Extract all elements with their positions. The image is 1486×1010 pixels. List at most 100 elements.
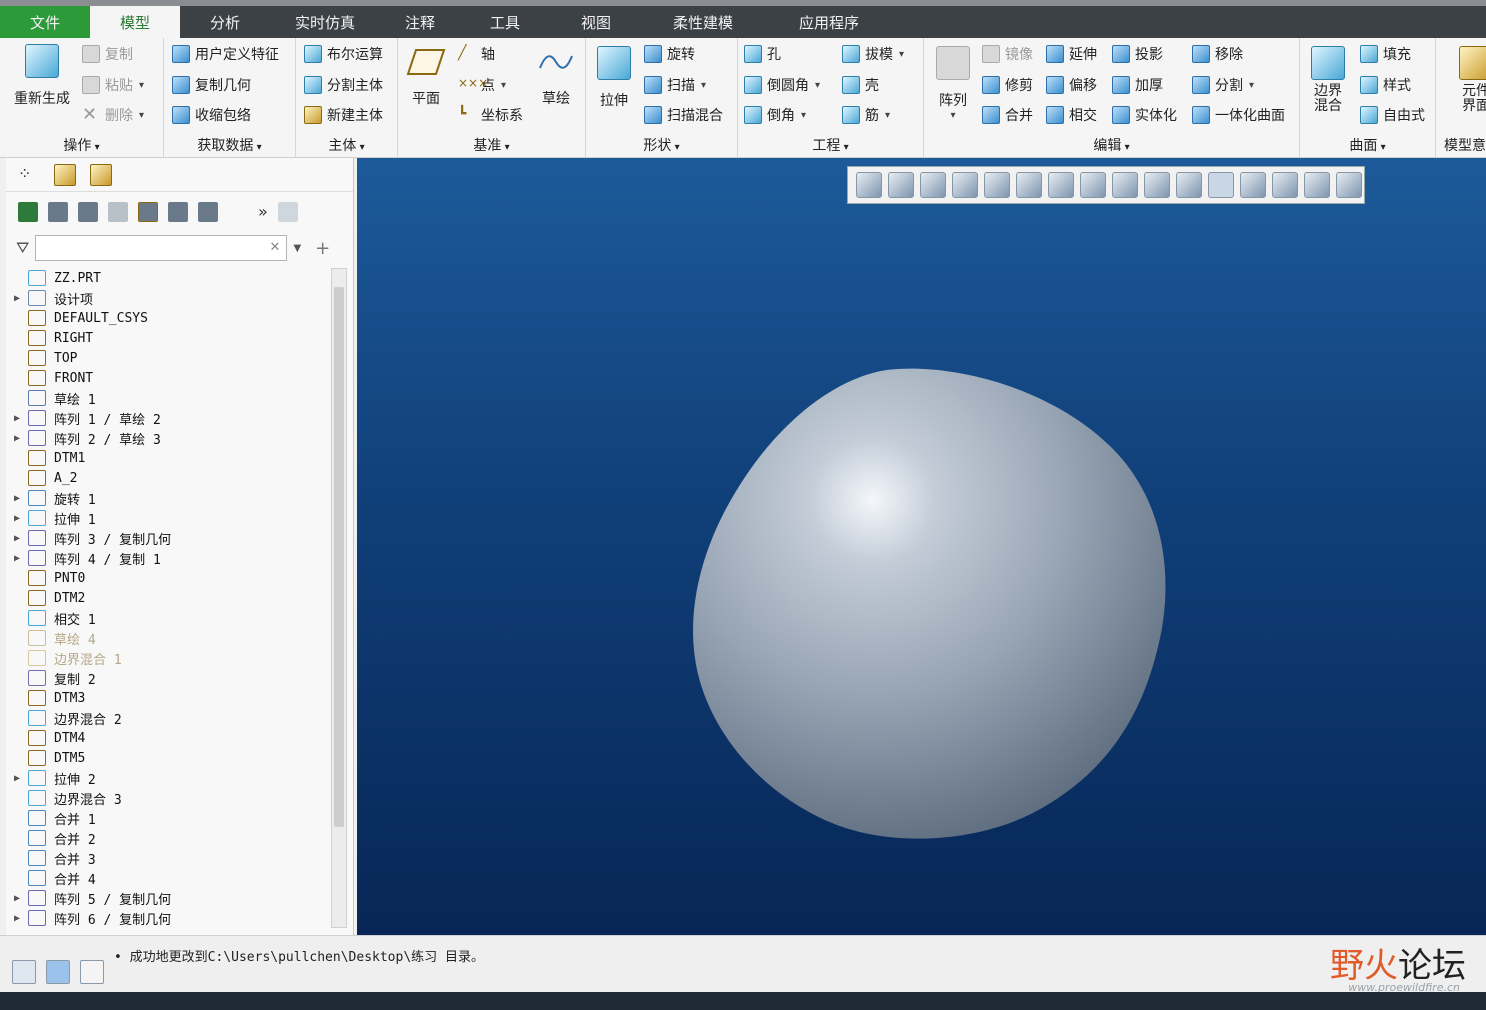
tab-tools[interactable]: 工具 [460,6,550,38]
revolve-button[interactable]: 旋转 [644,44,695,64]
freestyle-button[interactable]: 自由式 [1360,105,1425,125]
pattern-button[interactable]: 阵列 ▾ [930,46,976,121]
group-label-model-intent[interactable]: 模型意 [1444,135,1486,155]
boundary-blend-button[interactable]: 边界 混合 [1304,46,1352,114]
show-icon[interactable] [138,202,158,222]
tree-scrollbar-thumb[interactable] [334,287,344,827]
tree-node[interactable]: FRONT [6,368,336,388]
datum-plane-button[interactable]: 平面 [404,46,448,108]
tree-node[interactable]: ▶ 设计项 [6,288,336,308]
column-display-icon[interactable] [168,202,188,222]
shrinkwrap-button[interactable]: 收缩包络 [172,105,251,125]
tree-node[interactable]: ▶ 拉伸 2 [6,768,336,788]
add-filter-icon[interactable]: + [315,238,330,259]
group-label-editing[interactable]: 编辑 [924,135,1299,155]
tree-node[interactable]: ▶ 阵列 1 / 草绘 2 [6,408,336,428]
spin-center-icon[interactable] [1208,172,1234,198]
thicken-button[interactable]: 加厚 [1112,75,1163,95]
copy-geometry-button[interactable]: 复制几何 [172,75,251,95]
datum-point-button[interactable]: ××× 点 ▾ [458,75,506,95]
unify-surface-button[interactable]: 一体化曲面 [1192,105,1285,125]
extend-button[interactable]: 延伸 [1046,44,1097,64]
boolean-button[interactable]: 布尔运算 [304,44,383,64]
tree-node[interactable]: PNT0 [6,568,336,588]
regenerate-button[interactable]: 重新生成 [10,44,74,108]
expand-arrow-icon[interactable]: ▶ [6,553,28,564]
tab-model[interactable]: 模型 [90,6,180,38]
tree-node[interactable]: 边界混合 2 [6,708,336,728]
search-dropdown-icon[interactable]: ▼ [293,243,301,254]
tab-view[interactable]: 视图 [550,6,642,38]
group-label-body[interactable]: 主体 [296,135,397,155]
expand-arrow-icon[interactable]: ▶ [6,293,28,304]
tree-node[interactable]: TOP [6,348,336,368]
csys-button[interactable]: ┗ 坐标系 [458,105,523,125]
datum-display-icon[interactable] [1144,172,1170,198]
tree-node[interactable]: 合并 4 [6,868,336,888]
tree-node[interactable]: 合并 1 [6,808,336,828]
expand-arrow-icon[interactable]: ▶ [6,413,28,424]
zoom-out-icon[interactable] [920,172,946,198]
group-label-surfaces[interactable]: 曲面 [1300,135,1435,155]
expand-arrow-icon[interactable]: ▶ [6,493,28,504]
browser-toggle-icon[interactable] [46,960,70,984]
display-style-icon[interactable] [984,172,1010,198]
tree-node[interactable]: ▶ 阵列 3 / 复制几何 [6,528,336,548]
solidify-button[interactable]: 实体化 [1112,105,1177,125]
tree-settings-icon[interactable] [108,202,128,222]
tree-node[interactable]: ▶ 阵列 4 / 复制 1 [6,548,336,568]
sketch-button[interactable]: 草绘 [536,46,576,108]
tree-node[interactable]: 草绘 1 [6,388,336,408]
tree-node[interactable]: 复制 2 [6,668,336,688]
tree-node[interactable]: DEFAULT_CSYS [6,308,336,328]
perspective-icon[interactable] [1080,172,1106,198]
style-button[interactable]: 样式 [1360,75,1411,95]
chamfer-button[interactable]: 倒角 ▾ [744,105,806,125]
tree-node[interactable]: A_2 [6,468,336,488]
tree-node[interactable]: ▶ 阵列 2 / 草绘 3 [6,428,336,448]
expand-arrow-icon[interactable]: ▶ [6,773,28,784]
component-interface-button[interactable]: 元件 界面 [1456,46,1486,114]
tab-live-simulation[interactable]: 实时仿真 [270,6,380,38]
shell-button[interactable]: 壳 [842,75,879,95]
graphics-viewport[interactable] [357,158,1486,935]
copy-button[interactable]: 复制 [82,44,133,64]
expand-arrow-icon[interactable]: ▶ [6,433,28,444]
group-label-get-data[interactable]: 获取数据 [164,135,295,155]
tree-node[interactable]: 相交 1 [6,608,336,628]
udf-button[interactable]: 用户定义特征 [172,44,279,64]
sweep-button[interactable]: 扫描 ▾ [644,75,706,95]
tree-node[interactable]: 草绘 4 [6,628,336,648]
split-body-button[interactable]: 分割主体 [304,75,383,95]
refit-icon[interactable] [856,172,882,198]
tree-filter-items-icon[interactable] [78,202,98,222]
tree-node[interactable]: ▶ 拉伸 1 [6,508,336,528]
search-input[interactable]: ✕ [35,235,288,261]
tree-node[interactable]: DTM4 [6,728,336,748]
tree-node[interactable]: 边界混合 3 [6,788,336,808]
tree-node[interactable]: ▶ 阵列 6 / 复制几何 [6,908,336,928]
model-tree-tab-icon[interactable]: ⁘ [18,164,40,186]
pause-icon[interactable] [1304,172,1330,198]
trim-button[interactable]: 修剪 [982,75,1033,95]
intersect-button[interactable]: 相交 [1046,105,1097,125]
tree-columns-icon[interactable] [48,202,68,222]
connections-icon[interactable] [1240,172,1266,198]
swept-blend-button[interactable]: 扫描混合 [644,105,723,125]
group-label-engineering[interactable]: 工程 [738,135,923,155]
view-manager-icon[interactable] [1048,172,1074,198]
tree-node[interactable]: 边界混合 1 [6,648,336,668]
fill-button[interactable]: 填充 [1360,44,1411,64]
display-icon[interactable] [18,202,38,222]
clear-search-icon[interactable]: ✕ [270,236,281,260]
tab-file[interactable]: 文件 [0,6,90,38]
extrude-button[interactable]: 拉伸 [592,46,636,110]
tree-node[interactable]: 合并 2 [6,828,336,848]
tree-node[interactable]: 合并 3 [6,848,336,868]
round-button[interactable]: 倒圆角 ▾ [744,75,820,95]
tree-node[interactable]: ZZ.PRT [6,268,336,288]
tree-node[interactable]: ▶ 旋转 1 [6,488,336,508]
project-button[interactable]: 投影 [1112,44,1163,64]
rib-button[interactable]: 筋 ▾ [842,105,890,125]
hole-button[interactable]: 孔 [744,44,781,64]
